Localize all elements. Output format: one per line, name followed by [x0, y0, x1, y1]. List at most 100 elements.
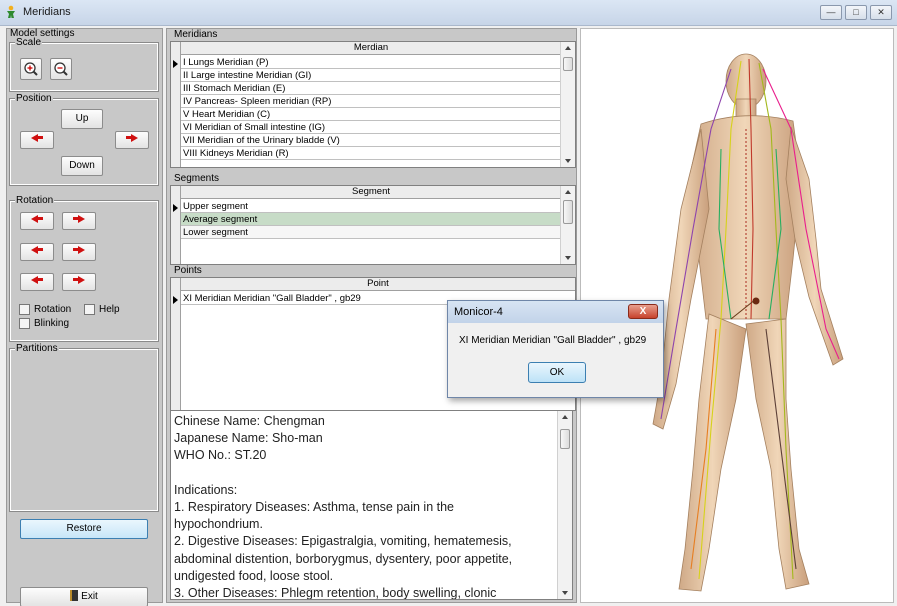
up-button[interactable]: Up — [61, 109, 103, 129]
message-dialog: Monicor-4 X XI Meridian Meridian "Gall B… — [447, 300, 664, 398]
points-label: Points — [173, 265, 203, 276]
right-arrow-icon — [78, 246, 85, 254]
move-left-button[interactable] — [20, 131, 54, 149]
meridian-row[interactable]: I Lungs Meridian (P) — [181, 56, 561, 69]
blinking-checkbox[interactable] — [19, 318, 30, 329]
rotation-group: Rotation Rotation Help Blinking — [9, 195, 159, 342]
zoom-in-button[interactable] — [20, 58, 42, 80]
points-header[interactable]: Point — [181, 278, 575, 291]
scroll-thumb[interactable] — [560, 429, 570, 449]
zoom-out-icon — [54, 62, 68, 76]
client-area: Model settings Scale Position Up Down Ro… — [0, 26, 897, 606]
info-line: Japanese Name: Sho-man — [174, 431, 323, 446]
meridians-label: Meridians — [173, 29, 219, 40]
info-line: Indications: — [174, 482, 238, 497]
meridian-row[interactable]: IV Pancreas- Spleen meridian (RP) — [181, 95, 561, 108]
meridians-grid: Merdian I Lungs Meridian (P) II Large in… — [170, 41, 576, 168]
exit-label: Exit — [81, 591, 98, 602]
left-arrow-icon — [31, 276, 38, 284]
body-figure — [652, 53, 844, 592]
segment-row[interactable]: Upper segment — [181, 200, 561, 213]
position-label: Position — [15, 93, 53, 104]
help-checkbox[interactable] — [84, 304, 95, 315]
dialog-ok-button[interactable]: OK — [528, 362, 586, 383]
maximize-button[interactable]: □ — [845, 5, 867, 20]
segments-label: Segments — [173, 173, 221, 184]
scroll-down-icon — [565, 159, 571, 163]
restore-button[interactable]: Restore — [20, 519, 148, 539]
meridians-scrollbar[interactable] — [560, 42, 575, 167]
meridians-header[interactable]: Merdian — [181, 42, 561, 55]
segments-scrollbar[interactable] — [560, 186, 575, 264]
window-title: Meridians — [23, 6, 71, 18]
point-info-text[interactable]: Chinese Name: Chengman Japanese Name: Sho… — [170, 410, 573, 600]
scale-group: Scale — [9, 37, 159, 92]
right-arrow-icon — [78, 215, 85, 223]
close-button[interactable]: ✕ — [870, 5, 892, 20]
info-line: 1. Respiratory Diseases: Asthma, tense p… — [174, 500, 455, 515]
scale-label: Scale — [15, 37, 43, 48]
position-group: Position Up Down — [9, 93, 159, 186]
left-arrow-icon — [31, 215, 38, 223]
dialog-title: Monicor-4 — [454, 306, 503, 318]
info-line: undigested food, loose stool. — [174, 568, 334, 583]
active-point-marker — [752, 297, 760, 305]
right-arrow-icon — [78, 276, 85, 284]
segments-header[interactable]: Segment — [181, 186, 561, 199]
info-line: 2. Digestive Diseases: Epigastralgia, vo… — [174, 534, 512, 549]
minimize-button[interactable]: — — [820, 5, 842, 20]
model-settings-panel: Model settings Scale Position Up Down Ro… — [6, 28, 163, 606]
info-line: Chinese Name: Chengman — [174, 414, 325, 428]
rotate-left-2-button[interactable] — [20, 243, 54, 261]
meridian-row[interactable]: VI Meridian of Small intestine (IG) — [181, 121, 561, 134]
segment-row[interactable]: Lower segment — [181, 226, 561, 239]
exit-button[interactable]: Exit — [20, 587, 148, 606]
dialog-message: XI Meridian Meridian "Gall Bladder" , gb… — [459, 335, 647, 346]
scroll-up-icon — [565, 46, 571, 50]
current-row-pointer — [173, 296, 178, 304]
right-arrow-icon — [131, 134, 138, 142]
meridian-row[interactable]: VII Meridian of the Urinary bladde (V) — [181, 134, 561, 147]
rotation-label: Rotation — [15, 195, 55, 206]
dialog-titlebar: Monicor-4 X — [448, 301, 663, 323]
rotate-right-2-button[interactable] — [62, 243, 96, 261]
info-line: hypochondrium. — [174, 517, 263, 532]
partitions-group: Partitions — [9, 343, 159, 512]
rotate-left-1-button[interactable] — [20, 212, 54, 230]
left-arrow-icon — [31, 134, 38, 142]
down-button[interactable]: Down — [61, 156, 103, 176]
dialog-close-button[interactable]: X — [628, 304, 658, 319]
rotate-left-3-button[interactable] — [20, 273, 54, 291]
zoom-in-icon — [24, 62, 38, 76]
info-line: abdominal distention, borborygmus, dysen… — [174, 551, 513, 566]
info-line: 3. Other Diseases: Phlegm retention, bod… — [174, 586, 497, 600]
meridian-row[interactable]: VIII Kidneys Meridian (R) — [181, 147, 561, 160]
info-line — [174, 465, 556, 482]
current-row-pointer — [173, 204, 178, 212]
meridian-row[interactable]: III Stomach Meridian (E) — [181, 82, 561, 95]
scroll-thumb[interactable] — [563, 200, 573, 224]
scroll-up-icon — [562, 415, 568, 419]
info-scrollbar[interactable] — [557, 411, 572, 599]
app-figure-icon — [7, 5, 15, 18]
rotation-checkbox-label: Rotation — [34, 304, 72, 315]
blinking-checkbox-label: Blinking — [34, 318, 70, 329]
zoom-out-button[interactable] — [50, 58, 72, 80]
scroll-up-icon — [565, 190, 571, 194]
segment-row-selected[interactable]: Average segment — [181, 213, 561, 226]
meridian-row[interactable]: II Large intestine Meridian (GI) — [181, 69, 561, 82]
rotate-right-3-button[interactable] — [62, 273, 96, 291]
move-right-button[interactable] — [115, 131, 149, 149]
rotate-right-1-button[interactable] — [62, 212, 96, 230]
rotation-checkbox[interactable] — [19, 304, 30, 315]
scroll-down-icon — [562, 591, 568, 595]
point-info-body: Chinese Name: Chengman Japanese Name: Sho… — [174, 413, 556, 600]
left-arrow-icon — [31, 246, 38, 254]
current-row-pointer — [173, 60, 178, 68]
scroll-thumb[interactable] — [563, 57, 573, 71]
scroll-down-icon — [565, 256, 571, 260]
info-line: WHO No.: ST.20 — [174, 448, 267, 463]
help-checkbox-label: Help — [99, 304, 120, 315]
segments-grid: Segment Upper segment Average segment Lo… — [170, 185, 576, 265]
meridian-row[interactable]: V Heart Meridian (C) — [181, 108, 561, 121]
